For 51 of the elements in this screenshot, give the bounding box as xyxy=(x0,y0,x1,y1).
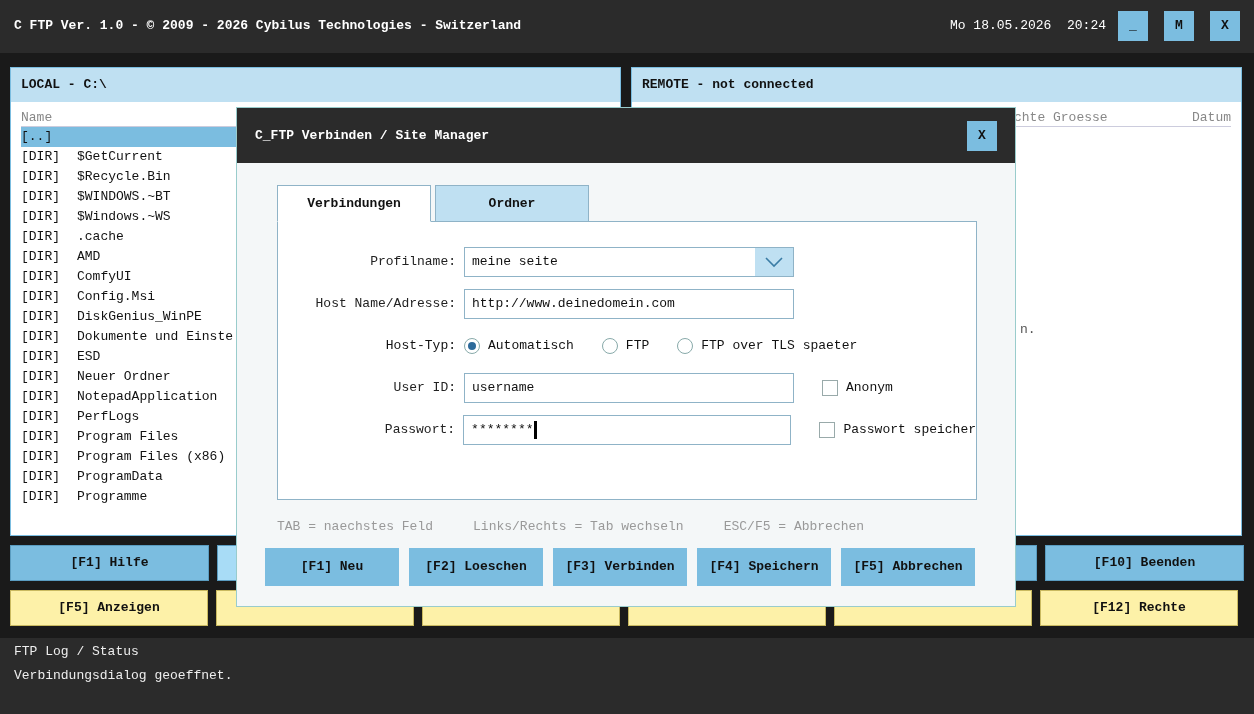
field-value: username xyxy=(471,379,536,398)
dialog-button[interactable]: [F1] Neu xyxy=(265,548,399,586)
profile-dropdown[interactable]: meine seite xyxy=(464,247,794,277)
panel-header: LOCAL - C:\ xyxy=(11,68,620,102)
dialog-button[interactable]: [F4] Speichern xyxy=(697,548,831,586)
column-header: Name xyxy=(21,110,53,125)
radio-label: Automatisch xyxy=(488,337,574,356)
checkbox[interactable] xyxy=(822,380,838,396)
radio-label: FTP xyxy=(625,337,650,356)
field-label: Host-Typ: xyxy=(384,337,457,356)
checkbox[interactable] xyxy=(819,422,836,438)
dialog-tab[interactable]: Verbindungen xyxy=(277,185,431,222)
panel-header: REMOTE - not connected xyxy=(632,68,1241,102)
dialog-button[interactable]: [F3] Verbinden xyxy=(553,548,687,586)
field-value: http://www.deinedomein.com xyxy=(471,295,676,314)
field-label: Host Name/Adresse: xyxy=(314,295,457,314)
field-label: Profilname: xyxy=(369,253,457,272)
text-field[interactable]: username xyxy=(464,373,794,403)
dialog-tab[interactable]: Ordner xyxy=(435,185,589,222)
chevron-down-icon[interactable] xyxy=(755,248,793,276)
close-button[interactable]: X xyxy=(967,120,997,151)
keyboard-hint: Links/Rechts = Tab wechseln xyxy=(473,519,684,535)
log-title: FTP Log / Status xyxy=(14,643,140,661)
keyboard-hint: TAB = naechstes Feld xyxy=(277,519,434,535)
dialog-title: C_FTP Verbinden / Site Manager xyxy=(255,126,491,145)
radio-button[interactable] xyxy=(464,338,480,354)
date-time: Mo 18.05.2026 20:24 xyxy=(949,17,1106,36)
dialog-button[interactable]: [F2] Loeschen xyxy=(409,548,543,586)
checkbox-label: Passwort speicher xyxy=(843,421,976,440)
field-label: User ID: xyxy=(392,379,457,398)
text-cursor xyxy=(533,421,537,439)
app-title: C FTP Ver. 1.0 - © 2009 - 2026 Cybilus Technologies - Switzerland xyxy=(14,17,523,36)
dialog-button[interactable]: [F5] Abbrechen xyxy=(841,548,975,586)
log-line: Verbindungsdialog geoeffnet. xyxy=(14,667,234,685)
checkbox-label: Anonym xyxy=(846,379,893,398)
column-header: Datum xyxy=(1192,110,1231,126)
window-button[interactable]: _ xyxy=(1118,11,1148,41)
keyboard-hint: ESC/F5 = Abbrechen xyxy=(723,519,865,535)
function-key-button[interactable]: [F5] Anzeigen xyxy=(10,590,208,626)
function-key-button[interactable]: [F10] Beenden xyxy=(1045,545,1244,581)
window-button[interactable]: X xyxy=(1210,11,1240,41)
status-text: n. xyxy=(1020,322,1036,337)
field-label: Passwort: xyxy=(383,421,457,440)
radio-button[interactable] xyxy=(677,338,694,354)
function-key-button[interactable]: [F1] Hilfe xyxy=(10,545,209,581)
radio-button[interactable] xyxy=(601,338,618,354)
text-field[interactable]: http://www.deinedomein.com xyxy=(464,289,794,319)
field-value: meine seite xyxy=(471,253,559,272)
radio-label: FTP over TLS spaeter xyxy=(701,337,858,356)
window-button[interactable]: M xyxy=(1164,11,1194,41)
function-key-button[interactable]: [F12] Rechte xyxy=(1040,590,1238,626)
